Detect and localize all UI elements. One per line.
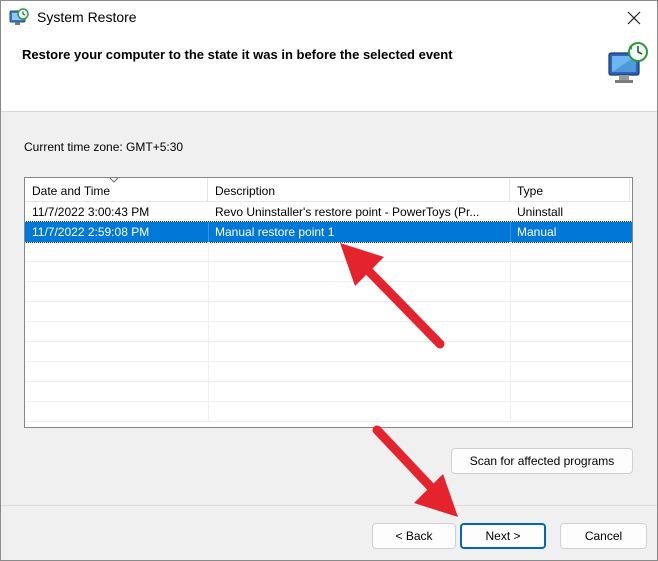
column-divider — [208, 282, 209, 302]
cell-description: Manual restore point 1 — [215, 225, 335, 239]
column-divider — [510, 382, 511, 402]
column-divider — [208, 262, 209, 282]
cell-date: 11/7/2022 2:59:08 PM — [32, 225, 150, 239]
column-divider — [510, 242, 511, 262]
column-divider — [510, 322, 511, 342]
page-title: Restore your computer to the state it wa… — [22, 47, 453, 62]
column-divider — [208, 402, 209, 422]
table-row-selected[interactable]: 11/7/2022 2:59:08 PM Manual restore poin… — [25, 221, 632, 243]
empty-row — [25, 382, 632, 402]
column-divider — [510, 262, 511, 282]
column-divider — [208, 322, 209, 342]
empty-row — [25, 342, 632, 362]
system-restore-icon — [9, 8, 29, 25]
empty-row — [25, 242, 632, 262]
cell-type: Manual — [517, 225, 557, 239]
wizard-header: Restore your computer to the state it wa… — [1, 35, 657, 112]
title-bar[interactable]: System Restore — [1, 1, 657, 35]
close-button[interactable] — [611, 1, 657, 35]
window-title: System Restore — [37, 9, 137, 25]
empty-row — [25, 402, 632, 422]
column-divider — [510, 362, 511, 382]
column-divider — [208, 302, 209, 322]
scan-affected-programs-button[interactable]: Scan for affected programs — [451, 448, 633, 474]
empty-row — [25, 322, 632, 342]
column-divider — [208, 342, 209, 362]
system-restore-window: System Restore Restore your computer to … — [0, 0, 658, 561]
list-rows: 11/7/2022 3:00:43 PM Revo Uninstaller's … — [25, 202, 632, 422]
column-header-type[interactable]: Type — [510, 178, 630, 202]
column-divider — [510, 302, 511, 322]
column-label-date: Date and Time — [32, 184, 111, 198]
column-divider — [510, 402, 511, 422]
column-header-date[interactable]: Date and Time — [25, 178, 208, 202]
column-label-description: Description — [215, 184, 276, 198]
empty-row — [25, 262, 632, 282]
table-row[interactable]: 11/7/2022 3:00:43 PM Revo Uninstaller's … — [25, 202, 632, 222]
footer-divider — [1, 505, 657, 506]
restore-points-list[interactable]: Date and Time Description Type 11/7/2022… — [24, 177, 633, 428]
close-icon — [627, 11, 641, 25]
list-header: Date and Time Description Type — [25, 178, 632, 202]
empty-row — [25, 302, 632, 322]
next-button[interactable]: Next > — [460, 523, 546, 549]
column-divider — [208, 382, 209, 402]
column-divider — [510, 282, 511, 302]
cell-type: Uninstall — [517, 205, 564, 219]
empty-row — [25, 282, 632, 302]
empty-row — [25, 362, 632, 382]
back-button[interactable]: < Back — [372, 523, 456, 549]
column-divider — [208, 362, 209, 382]
timezone-label: Current time zone: GMT+5:30 — [24, 140, 184, 154]
sort-down-icon — [109, 178, 119, 183]
cancel-button[interactable]: Cancel — [560, 523, 647, 549]
restore-monitor-icon — [608, 42, 648, 83]
cell-date: 11/7/2022 3:00:43 PM — [32, 205, 150, 219]
cell-description: Revo Uninstaller's restore point - Power… — [215, 205, 480, 219]
column-header-description[interactable]: Description — [208, 178, 510, 202]
column-label-type: Type — [517, 184, 544, 198]
column-divider — [510, 342, 511, 362]
column-divider — [208, 242, 209, 262]
